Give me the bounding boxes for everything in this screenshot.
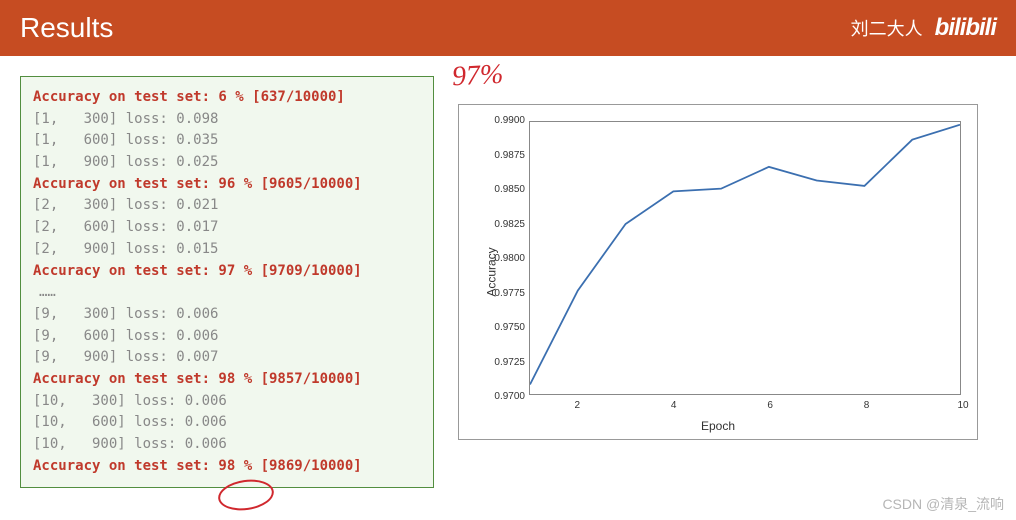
- log-loss-line: [2, 300] loss: 0.021: [33, 195, 421, 217]
- ytick: 0.9825: [481, 219, 525, 230]
- slide-title: Results: [20, 12, 113, 44]
- ytick: 0.9850: [481, 184, 525, 195]
- xtick: 4: [671, 400, 677, 411]
- accuracy-chart: Accuracy Epoch 0.97000.97250.97500.97750…: [458, 104, 978, 440]
- bilibili-logo: bilibili: [935, 14, 996, 42]
- log-loss-line: [1, 900] loss: 0.025: [33, 152, 421, 174]
- log-loss-line: [10, 600] loss: 0.006: [33, 412, 421, 434]
- log-loss-line: [10, 300] loss: 0.006: [33, 391, 421, 413]
- log-ellipsis: ……: [33, 282, 421, 304]
- log-loss-line: [9, 300] loss: 0.006: [33, 304, 421, 326]
- ytick: 0.9900: [481, 115, 525, 126]
- log-accuracy-line: Accuracy on test set: 98 % [9869/10000]: [33, 456, 421, 478]
- chart-area: 97% Accuracy Epoch 0.97000.97250.97500.9…: [458, 76, 996, 488]
- log-loss-line: [9, 600] loss: 0.006: [33, 326, 421, 348]
- content-area: Accuracy on test set: 6 % [637/10000][1,…: [0, 56, 1016, 488]
- log-loss-line: [2, 900] loss: 0.015: [33, 239, 421, 261]
- author-name: 刘二大人: [851, 15, 923, 41]
- plot-inner: [529, 121, 961, 395]
- xtick: 8: [864, 400, 870, 411]
- ytick: 0.9875: [481, 150, 525, 161]
- xtick: 6: [767, 400, 773, 411]
- ytick: 0.9750: [481, 322, 525, 333]
- log-accuracy-line: Accuracy on test set: 97 % [9709/10000]: [33, 261, 421, 283]
- ytick: 0.9775: [481, 288, 525, 299]
- log-loss-line: [2, 600] loss: 0.017: [33, 217, 421, 239]
- log-accuracy-line: Accuracy on test set: 6 % [637/10000]: [33, 87, 421, 109]
- log-accuracy-line: Accuracy on test set: 96 % [9605/10000]: [33, 174, 421, 196]
- xtick: 2: [574, 400, 580, 411]
- training-log: Accuracy on test set: 6 % [637/10000][1,…: [20, 76, 434, 488]
- log-loss-line: [9, 900] loss: 0.007: [33, 347, 421, 369]
- slide-header: Results 刘二大人 bilibili: [0, 0, 1016, 56]
- xtick: 10: [957, 400, 968, 411]
- chart-xlabel: Epoch: [701, 419, 735, 433]
- log-loss-line: [10, 900] loss: 0.006: [33, 434, 421, 456]
- log-accuracy-line: Accuracy on test set: 98 % [9857/10000]: [33, 369, 421, 391]
- log-loss-line: [1, 600] loss: 0.035: [33, 130, 421, 152]
- watermark: CSDN @清泉_流响: [882, 494, 1004, 514]
- header-right: 刘二大人 bilibili: [851, 14, 996, 42]
- log-loss-line: [1, 300] loss: 0.098: [33, 109, 421, 131]
- chart-line: [530, 122, 960, 394]
- ytick: 0.9700: [481, 391, 525, 402]
- ytick: 0.9725: [481, 357, 525, 368]
- handwritten-annotation-97: 97%: [451, 59, 504, 94]
- ytick: 0.9800: [481, 253, 525, 264]
